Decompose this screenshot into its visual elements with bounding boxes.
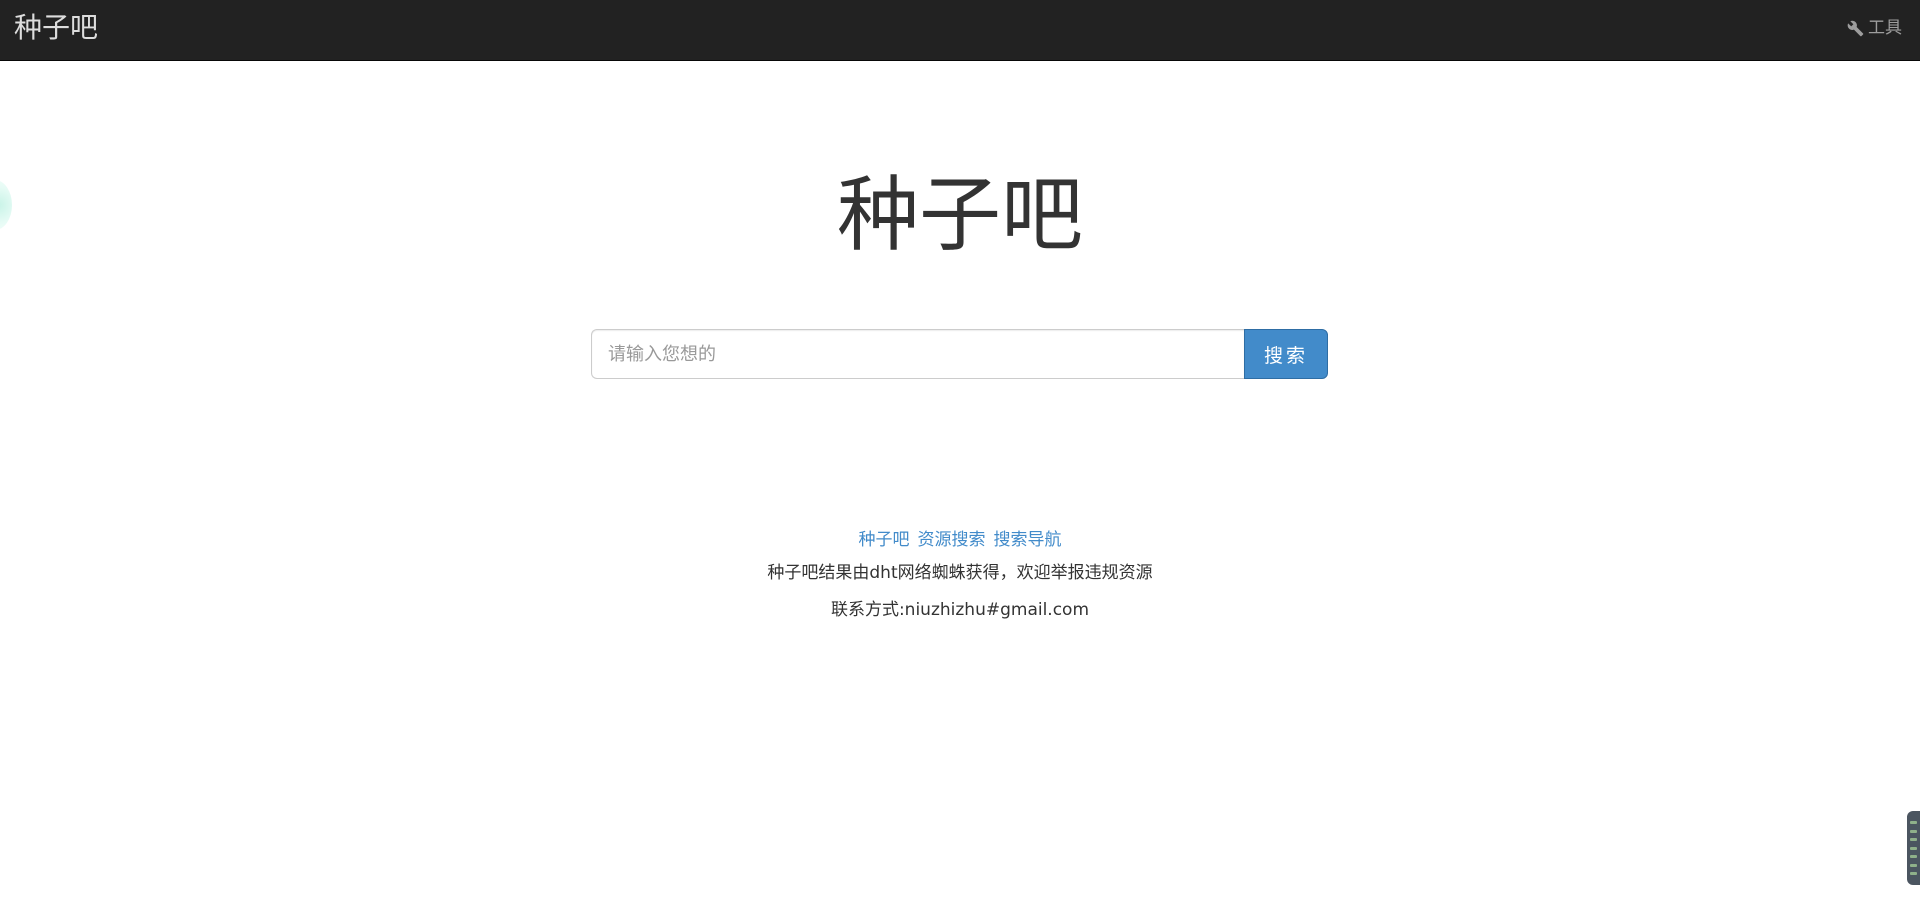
widget-bar [1910,855,1917,858]
page-title: 种子吧 [836,168,1083,263]
footer-link-search-nav[interactable]: 搜索导航 [994,525,1062,555]
side-scroll-widget[interactable] [1907,811,1920,885]
footer-link-home[interactable]: 种子吧 [859,525,910,555]
widget-bar [1910,846,1917,850]
wrench-icon [1847,20,1864,37]
widget-bar [1910,872,1917,875]
widget-bar [1910,863,1917,867]
widget-bar [1910,821,1917,824]
footer-description: 种子吧结果由dht网络蜘蛛获得，欢迎举报违规资源 [767,563,1153,583]
footer-contact: 联系方式:niuzhizhu#gmail.com [830,600,1090,620]
tools-label: 工具 [1868,18,1902,38]
search-input[interactable] [591,329,1244,379]
brand-link[interactable]: 种子吧 [14,10,98,46]
tools-menu[interactable]: 工具 [1847,17,1902,39]
search-form: 搜索 [591,329,1328,379]
footer-link-resource-search[interactable]: 资源搜索 [918,525,986,555]
footer: 种子吧 资源搜索 搜索导航 种子吧结果由dht网络蜘蛛获得，欢迎举报违规资源 联… [0,525,1920,629]
widget-bar [1910,829,1917,833]
top-navbar: 种子吧 工具 [0,0,1920,61]
widget-bar [1910,838,1917,841]
search-button[interactable]: 搜索 [1244,329,1328,379]
footer-links: 种子吧 资源搜索 搜索导航 [0,525,1920,555]
